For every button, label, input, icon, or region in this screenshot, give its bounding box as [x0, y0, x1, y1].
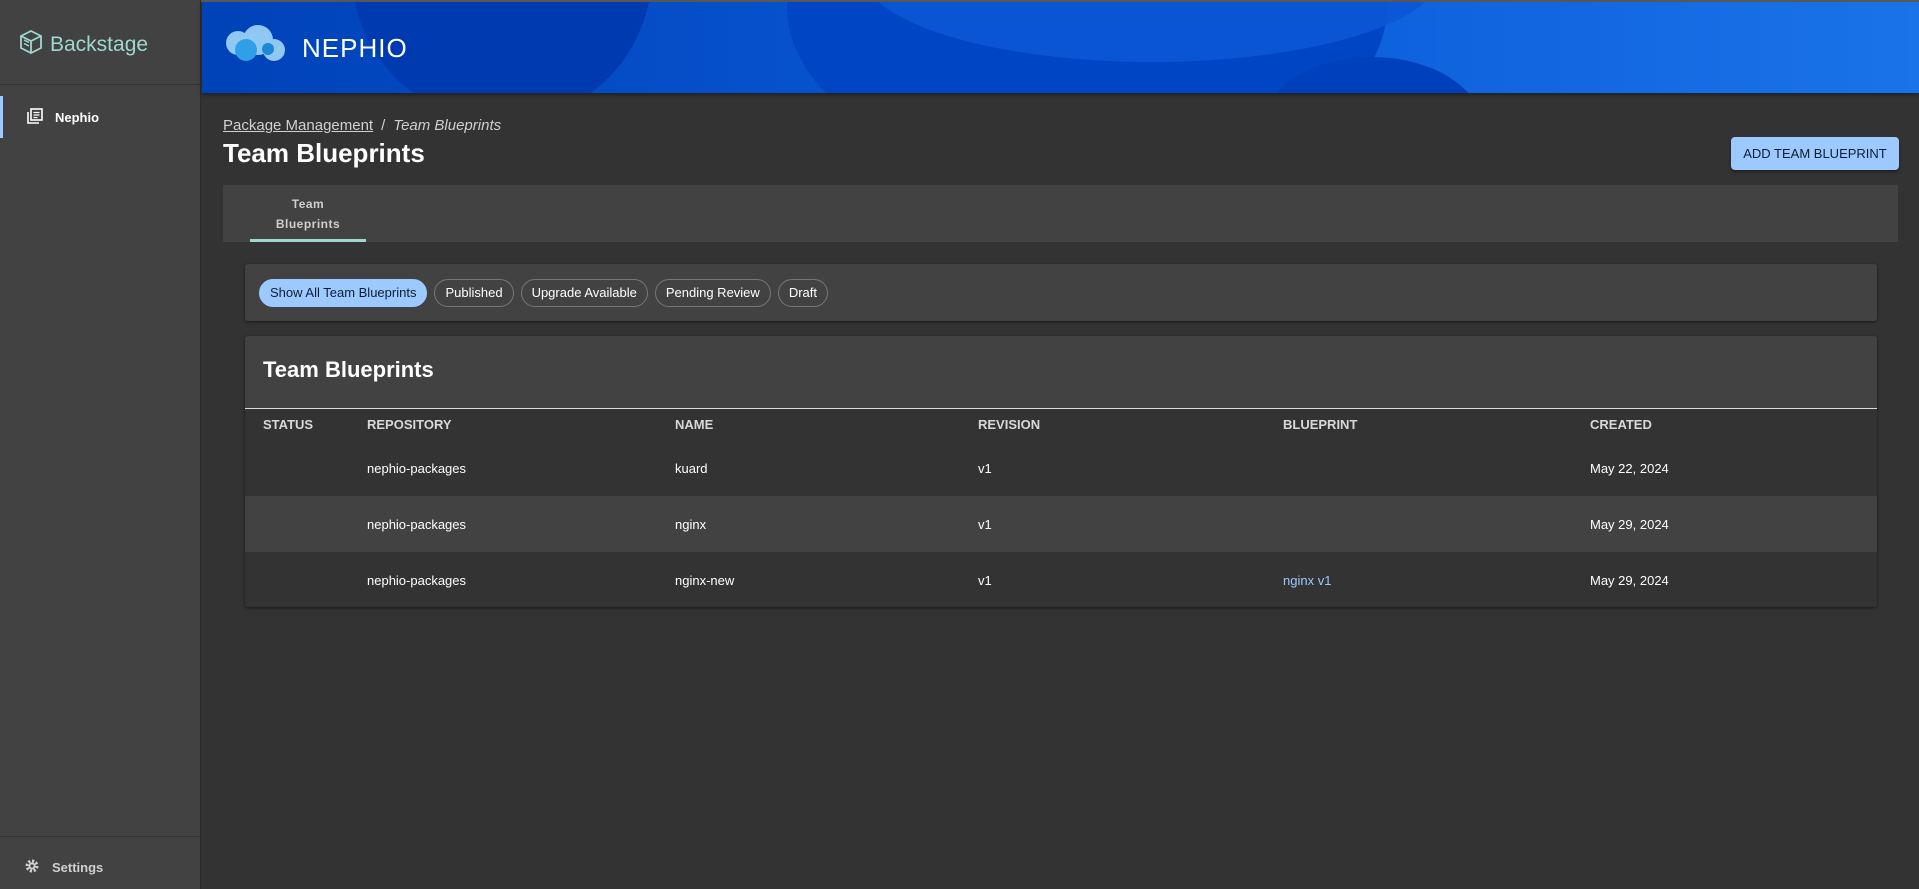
nephio-bubbles-icon	[224, 24, 298, 73]
sidebar-divider	[0, 836, 200, 837]
filter-chip-upgrade-available[interactable]: Upgrade Available	[520, 278, 648, 307]
sidebar-item-label: Settings	[52, 859, 104, 875]
backstage-logo[interactable]: Backstage	[20, 29, 149, 59]
tab-active-indicator	[250, 239, 366, 242]
page-title: Team Blueprints	[223, 138, 425, 168]
column-header-revision[interactable]: REVISION	[978, 417, 1040, 432]
add-team-blueprint-button[interactable]: ADD TEAM BLUEPRINT	[1731, 137, 1899, 170]
cell-name: kuard	[675, 461, 708, 476]
breadcrumb: Package Management / Team Blueprints	[223, 117, 501, 134]
cell-created: May 29, 2024	[1590, 517, 1669, 532]
breadcrumb-link-package-management[interactable]: Package Management	[223, 117, 373, 134]
app-name: Backstage	[50, 32, 149, 56]
blueprints-table: Team Blueprints STATUS REPOSITORY NAME R…	[245, 336, 1877, 607]
sidebar-item-settings[interactable]: Settings	[0, 846, 200, 888]
cell-name: nginx-new	[675, 573, 735, 588]
table-header: STATUS REPOSITORY NAME REVISION BLUEPRIN…	[245, 408, 1877, 441]
cell-revision: v1	[978, 517, 992, 532]
brand-name: NEPHIO	[302, 33, 408, 63]
table-row[interactable]: nephio-packages kuard v1 May 22, 2024	[245, 440, 1877, 496]
nephio-logo: NEPHIO	[224, 24, 408, 73]
filter-chip-draft[interactable]: Draft	[777, 278, 828, 307]
column-header-blueprint[interactable]: BLUEPRINT	[1283, 417, 1357, 432]
tab-bar: Team Blueprints	[223, 185, 1898, 242]
cell-created: May 29, 2024	[1590, 573, 1669, 588]
sidebar: Backstage Nephio Settings	[0, 0, 201, 889]
table-row[interactable]: nephio-packages nginx-new v1 nginx v1 Ma…	[245, 552, 1877, 607]
column-header-repository[interactable]: REPOSITORY	[367, 417, 452, 432]
cell-name: nginx	[675, 517, 707, 532]
filter-chip-show-all[interactable]: Show All Team Blueprints	[259, 278, 428, 307]
cell-blueprint-link[interactable]: nginx v1	[1283, 573, 1331, 588]
sidebar-item-nephio[interactable]: Nephio	[0, 96, 200, 138]
tab-team-blueprints[interactable]: Team Blueprints	[250, 185, 366, 242]
cell-repository: nephio-packages	[367, 517, 467, 532]
filter-panel: Show All Team Blueprints Published Upgra…	[245, 264, 1877, 321]
filter-chip-pending-review[interactable]: Pending Review	[654, 278, 771, 307]
library-books-icon	[27, 107, 43, 127]
column-header-created[interactable]: CREATED	[1590, 417, 1652, 432]
cell-repository: nephio-packages	[367, 573, 467, 588]
tab-label: Team	[291, 196, 325, 211]
tab-label: Blueprints	[275, 216, 341, 231]
table-row[interactable]: nephio-packages nginx v1 May 29, 2024	[245, 496, 1877, 552]
breadcrumb-separator: /	[381, 117, 386, 134]
column-header-name[interactable]: NAME	[675, 417, 713, 432]
cell-repository: nephio-packages	[367, 461, 467, 476]
sidebar-item-label: Nephio	[55, 109, 100, 125]
table-title: Team Blueprints	[263, 357, 434, 382]
page-header: NEPHIO	[202, 2, 1919, 93]
gear-icon	[24, 858, 40, 877]
cell-revision: v1	[978, 573, 992, 588]
sidebar-divider	[0, 84, 200, 85]
cell-revision: v1	[978, 461, 992, 476]
breadcrumb-current: Team Blueprints	[393, 117, 502, 134]
column-header-status[interactable]: STATUS	[263, 417, 313, 432]
backstage-cube-icon	[20, 29, 42, 59]
cell-created: May 22, 2024	[1590, 461, 1669, 476]
filter-chip-published[interactable]: Published	[434, 278, 514, 307]
